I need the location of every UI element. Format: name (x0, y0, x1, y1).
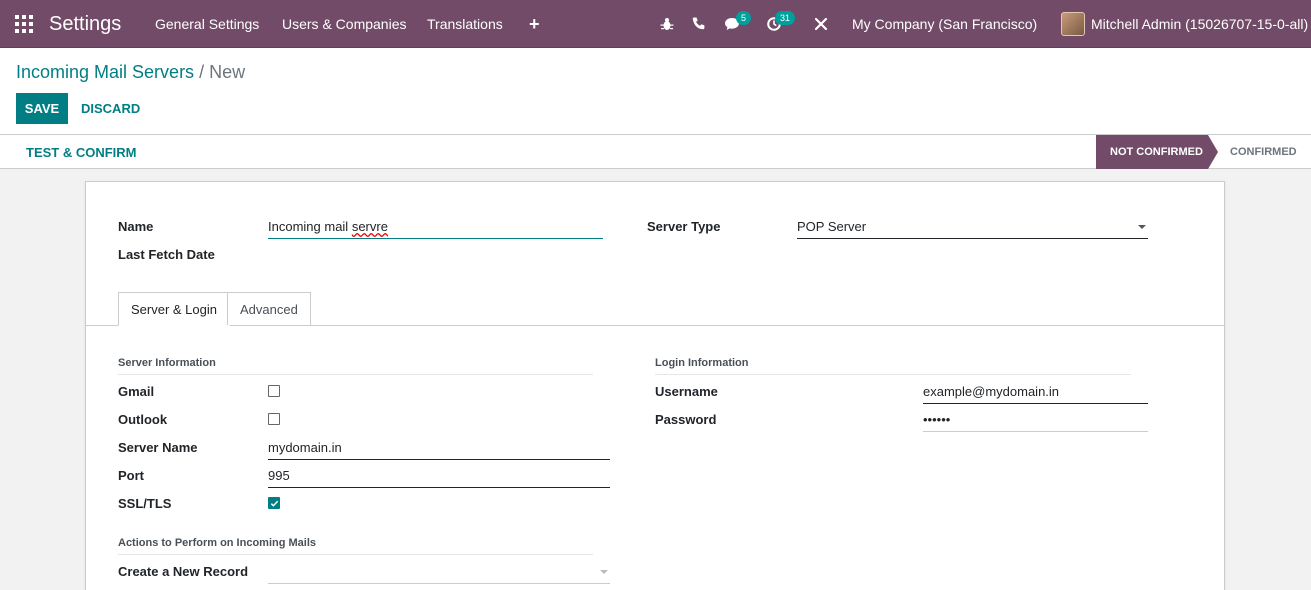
port-input[interactable]: 995 (268, 464, 610, 488)
ssl-tls-checkbox[interactable] (268, 497, 280, 509)
server-name-label: Server Name (118, 440, 198, 455)
phone-icon[interactable] (691, 0, 707, 48)
server-type-select[interactable]: POP Server (797, 215, 1148, 239)
breadcrumb-current: New (209, 62, 246, 82)
server-information-title: Server Information (118, 357, 593, 375)
name-value: Incoming mail (268, 219, 352, 234)
create-record-label: Create a New Record (118, 564, 249, 579)
chevron-down-icon (1138, 225, 1146, 229)
gmail-label: Gmail (118, 384, 155, 399)
server-name-input[interactable]: mydomain.in (268, 436, 610, 460)
password-label: Password (655, 412, 717, 427)
plus-menu-icon[interactable]: + (529, 0, 540, 48)
status-bar: TEST & CONFIRM NOT CONFIRMED CONFIRMED (0, 135, 1311, 169)
control-panel: Incoming Mail Servers / New SAVE DISCARD (0, 48, 1311, 135)
top-navbar: Settings General Settings Users & Compan… (0, 0, 1311, 48)
name-value-misspelled: servre (351, 219, 388, 234)
tools-cross-icon[interactable] (813, 0, 829, 48)
breadcrumb-parent-link[interactable]: Incoming Mail Servers (16, 62, 194, 82)
stage-arrow (1208, 135, 1218, 169)
messages-icon[interactable] (724, 0, 740, 48)
debug-bug-icon[interactable] (659, 0, 675, 48)
chevron-down-icon (600, 570, 608, 574)
breadcrumb-separator: / (194, 62, 210, 82)
tabs-divider (86, 325, 1224, 326)
gmail-checkbox[interactable] (268, 385, 280, 397)
test-confirm-button[interactable]: TEST & CONFIRM (26, 135, 137, 169)
login-information-title: Login Information (655, 357, 1131, 375)
stage-not-confirmed[interactable]: NOT CONFIRMED (1096, 135, 1208, 169)
name-input[interactable]: Incoming mail servre (268, 215, 603, 239)
menu-users-companies[interactable]: Users & Companies (282, 0, 407, 48)
outlook-label: Outlook (118, 412, 168, 427)
tab-server-login[interactable]: Server & Login (118, 292, 230, 326)
user-menu[interactable]: Mitchell Admin (15026707-15-0-all) (1061, 0, 1308, 48)
breadcrumb: Incoming Mail Servers / New (16, 62, 245, 83)
name-label: Name (118, 219, 154, 234)
actions-title: Actions to Perform on Incoming Mails (118, 537, 593, 555)
app-brand[interactable]: Settings (49, 0, 121, 48)
company-switcher[interactable]: My Company (San Francisco) (852, 0, 1037, 48)
outlook-checkbox[interactable] (268, 413, 280, 425)
username-label: Username (655, 384, 718, 399)
user-name: Mitchell Admin (15026707-15-0-all) (1091, 16, 1309, 32)
form-sheet: Name Incoming mail servre Last Fetch Dat… (85, 181, 1225, 590)
password-input[interactable]: •••••• (923, 408, 1148, 432)
menu-translations[interactable]: Translations (427, 0, 503, 48)
avatar (1061, 12, 1085, 36)
username-input[interactable]: example@mydomain.in (923, 380, 1148, 404)
create-record-select[interactable] (268, 560, 610, 584)
server-type-label: Server Type (647, 219, 721, 234)
messages-badge: 5 (736, 11, 752, 25)
tab-advanced[interactable]: Advanced (227, 292, 311, 325)
stage-confirmed[interactable]: CONFIRMED (1230, 135, 1297, 169)
grid-icon (15, 15, 33, 33)
server-type-value: POP Server (797, 219, 867, 234)
checkmark-icon (270, 500, 279, 507)
apps-menu-icon[interactable] (15, 0, 35, 48)
ssl-tls-label: SSL/TLS (118, 496, 172, 511)
last-fetch-date-label: Last Fetch Date (118, 247, 215, 262)
menu-general-settings[interactable]: General Settings (155, 0, 259, 48)
save-button[interactable]: SAVE (16, 93, 68, 124)
port-label: Port (118, 468, 144, 483)
discard-button[interactable]: DISCARD (81, 93, 140, 124)
activities-badge: 31 (775, 11, 796, 25)
